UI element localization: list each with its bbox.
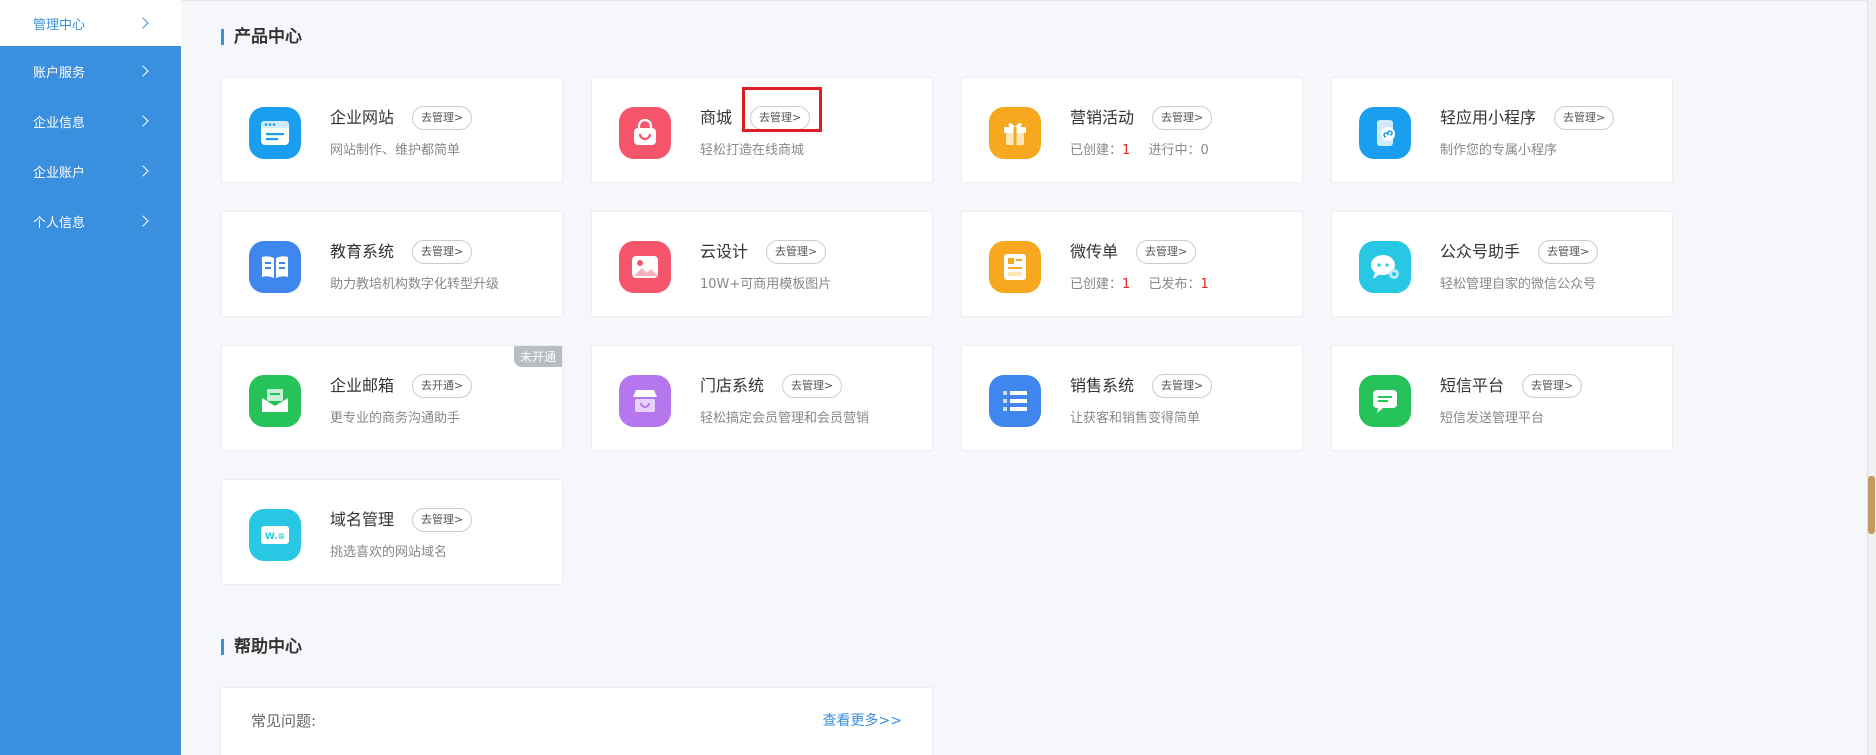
- chevron-right-icon: [137, 115, 149, 127]
- gift-icon: [989, 107, 1041, 159]
- scrollbar-thumb[interactable]: [1868, 476, 1875, 534]
- product-card-cloud-design: 云设计 去管理> 10W+可商用模板图片: [591, 211, 933, 317]
- activate-button[interactable]: 去开通>: [412, 374, 473, 398]
- product-desc: 挑选喜欢的网站域名: [330, 545, 448, 560]
- manage-button[interactable]: 去管理>: [1554, 106, 1615, 130]
- chevron-right-icon: [137, 65, 149, 77]
- product-desc: 轻松搞定会员管理和会员营销: [700, 411, 870, 426]
- product-title: 微传单: [1070, 242, 1119, 261]
- product-title: 销售系统: [1070, 376, 1135, 395]
- created-label: 已创建：: [1070, 143, 1123, 158]
- product-desc: 短信发送管理平台: [1440, 411, 1545, 426]
- product-title: 轻应用小程序: [1440, 108, 1537, 127]
- product-card-sms-platform: 短信平台 去管理> 短信发送管理平台: [1331, 345, 1673, 451]
- sidebar: 管理中心 账户服务 企业信息 企业账户 个人信息: [0, 0, 181, 755]
- manage-button[interactable]: 去管理>: [412, 240, 473, 264]
- manage-button[interactable]: 去管理>: [766, 240, 827, 264]
- book-icon: [249, 241, 301, 293]
- help-center-title: 帮助中心: [221, 637, 302, 657]
- product-title: 短信平台: [1440, 376, 1505, 395]
- shopping-bag-icon: [619, 107, 671, 159]
- product-desc: 已创建：1 已发布：1: [1070, 273, 1209, 292]
- mail-icon: [249, 375, 301, 427]
- sidebar-item-label: 管理中心: [33, 17, 86, 33]
- manage-button[interactable]: 去管理>: [412, 106, 473, 130]
- mini-program-icon: [1359, 107, 1411, 159]
- sms-icon: [1359, 375, 1411, 427]
- sidebar-item-personal-info[interactable]: 个人信息: [0, 196, 181, 246]
- chevron-right-icon: [137, 215, 149, 227]
- manage-button[interactable]: 去管理>: [1152, 374, 1213, 398]
- published-label: 已发布：: [1148, 277, 1201, 292]
- product-desc: 轻松管理自家的微信公众号: [1440, 277, 1597, 292]
- list-icon: [989, 375, 1041, 427]
- product-title: 企业邮箱: [330, 376, 395, 395]
- product-title: 企业网站: [330, 108, 395, 127]
- created-label: 已创建：: [1070, 277, 1123, 292]
- product-card-official-account: 公众号助手 去管理> 轻松管理自家的微信公众号: [1331, 211, 1673, 317]
- domain-icon: W.≡: [249, 509, 301, 561]
- product-card-education: 教育系统 去管理> 助力教培机构数字化转型升级: [221, 211, 563, 317]
- product-title: 公众号助手: [1440, 242, 1521, 261]
- manage-button[interactable]: 去管理>: [782, 374, 843, 398]
- manage-button[interactable]: 去管理>: [1522, 374, 1583, 398]
- view-more-link[interactable]: 查看更多>>: [823, 710, 902, 730]
- product-title: 商城: [700, 108, 733, 127]
- product-desc: 网站制作、维护都简单: [330, 143, 461, 158]
- product-title: 门店系统: [700, 376, 765, 395]
- product-desc: 助力教培机构数字化转型升级: [330, 277, 500, 292]
- chevron-right-icon: [137, 17, 149, 29]
- faq-card: 常见问题: 查看更多>>: [220, 687, 933, 755]
- product-card-mini-program: 轻应用小程序 去管理> 制作您的专属小程序: [1331, 77, 1673, 183]
- published-count: 1: [1200, 277, 1209, 292]
- product-center-title: 产品中心: [221, 27, 302, 47]
- chevron-right-icon: [137, 165, 149, 177]
- manage-button[interactable]: 去管理>: [1136, 240, 1197, 264]
- not-activated-badge: 未开通: [513, 346, 562, 367]
- product-desc: 让获客和销售变得简单: [1070, 411, 1201, 426]
- manage-button[interactable]: 去管理>: [1538, 240, 1599, 264]
- sidebar-item-label: 个人信息: [33, 215, 86, 231]
- sidebar-item-label: 账户服务: [33, 65, 86, 81]
- manage-button[interactable]: 去管理>: [412, 508, 473, 532]
- product-desc: 10W+可商用模板图片: [700, 277, 832, 292]
- product-title: 云设计: [700, 242, 749, 261]
- product-card-website: 企业网站 去管理> 网站制作、维护都简单: [221, 77, 563, 183]
- image-icon: [619, 241, 671, 293]
- product-card-marketing: 营销活动 去管理> 已创建：1 进行中：0: [961, 77, 1303, 183]
- website-icon: [249, 107, 301, 159]
- product-desc: 制作您的专属小程序: [1440, 143, 1558, 158]
- created-count: 1: [1122, 277, 1131, 292]
- manage-button[interactable]: 去管理>: [1152, 106, 1213, 130]
- product-title: 教育系统: [330, 242, 395, 261]
- scrollbar[interactable]: [1867, 0, 1876, 755]
- created-count: 1: [1122, 143, 1131, 158]
- wechat-icon: [1359, 241, 1411, 293]
- product-desc: 已创建：1 进行中：0: [1070, 139, 1209, 158]
- svg-text:W.≡: W.≡: [265, 532, 285, 542]
- product-title: 域名管理: [330, 510, 395, 529]
- product-card-domain: W.≡ 域名管理 去管理> 挑选喜欢的网站域名: [221, 479, 563, 585]
- sidebar-item-company-account[interactable]: 企业账户: [0, 146, 181, 196]
- sidebar-item-company-info[interactable]: 企业信息: [0, 96, 181, 146]
- product-card-sales-system: 销售系统 去管理> 让获客和销售变得简单: [961, 345, 1303, 451]
- highlight-box: [742, 87, 822, 132]
- sidebar-item-management-center[interactable]: 管理中心: [0, 0, 181, 46]
- sidebar-item-account-service[interactable]: 账户服务: [0, 46, 181, 96]
- faq-label: 常见问题:: [251, 712, 317, 730]
- product-title: 营销活动: [1070, 108, 1135, 127]
- main-content: 产品中心 企业网站 去管理> 网站制作、维护都简单 商城 去管理> 轻松打造在线…: [181, 0, 1876, 755]
- store-icon: [619, 375, 671, 427]
- product-card-enterprise-mail: 未开通 企业邮箱 去开通> 更专业的商务沟通助手: [221, 345, 563, 451]
- sidebar-item-label: 企业信息: [33, 115, 86, 131]
- product-desc: 更专业的商务沟通助手: [330, 411, 461, 426]
- in-progress-label: 进行中：0: [1148, 143, 1209, 158]
- divider: [181, 0, 1867, 1]
- sidebar-item-label: 企业账户: [33, 165, 86, 181]
- product-desc: 轻松打造在线商城: [700, 143, 805, 158]
- product-card-micro-flyer: 微传单 去管理> 已创建：1 已发布：1: [961, 211, 1303, 317]
- flyer-icon: [989, 241, 1041, 293]
- product-card-store-system: 门店系统 去管理> 轻松搞定会员管理和会员营销: [591, 345, 933, 451]
